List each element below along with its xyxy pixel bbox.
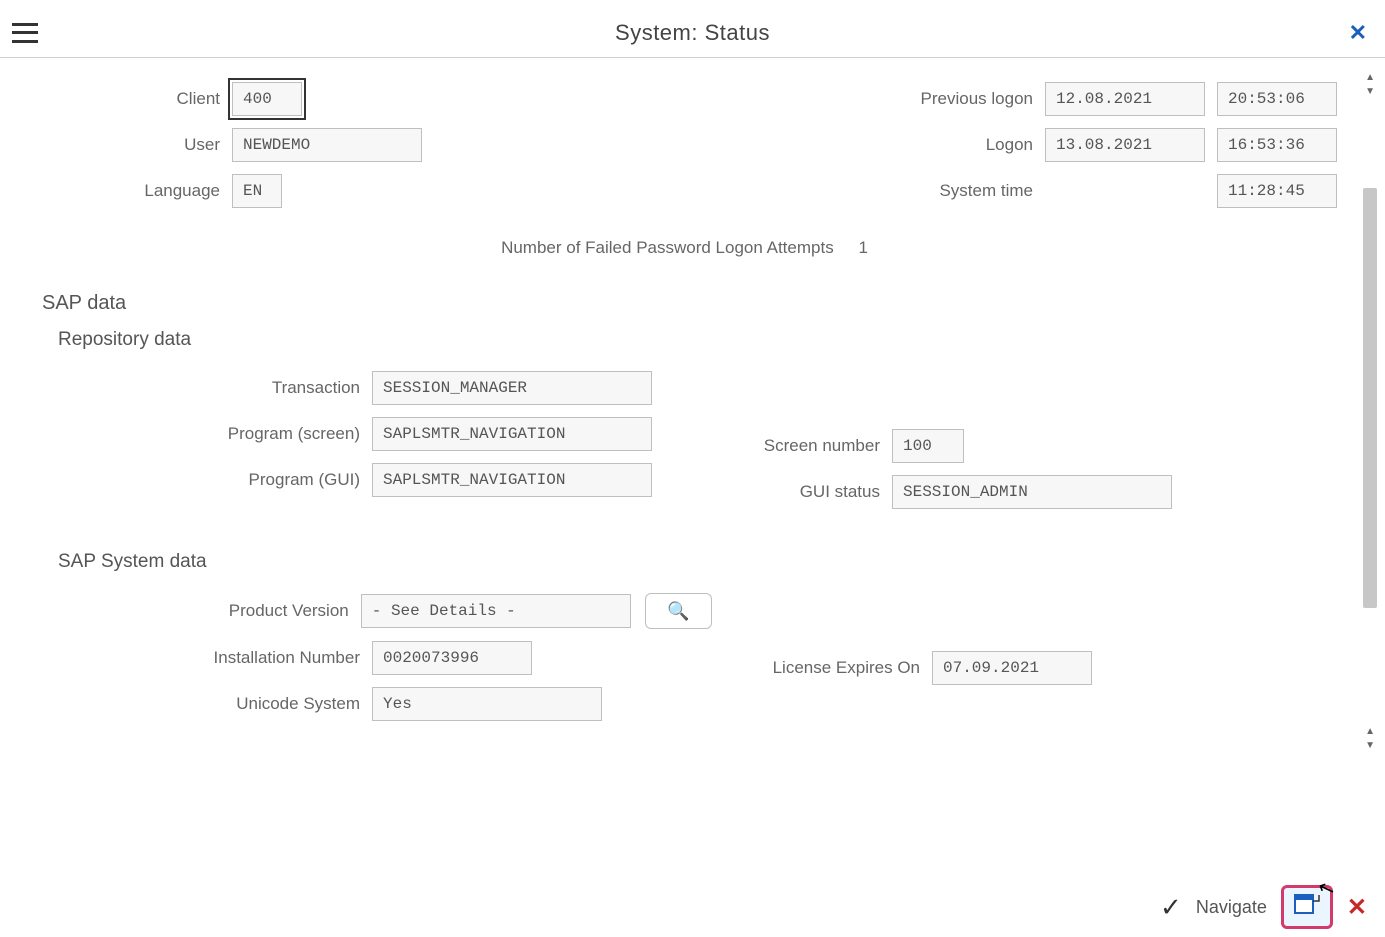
- unicode-system-label: Unicode System: [72, 694, 372, 714]
- logon-time-field[interactable]: [1217, 128, 1337, 162]
- program-screen-field[interactable]: [372, 417, 652, 451]
- program-gui-field[interactable]: [372, 463, 652, 497]
- close-icon[interactable]: ✕: [1343, 16, 1373, 50]
- cancel-button[interactable]: ✕: [1347, 893, 1367, 922]
- user-label: User: [32, 135, 232, 155]
- system-time-label: System time: [492, 181, 1045, 201]
- failed-attempts-value: 1: [858, 238, 867, 257]
- transaction-label: Transaction: [72, 378, 372, 398]
- content-area: ▲ ▼ ▲ ▼ Client User Language: [8, 58, 1377, 877]
- gui-status-field[interactable]: [892, 475, 1172, 509]
- navigate-label: Navigate: [1196, 897, 1267, 918]
- logon-label: Logon: [492, 135, 1045, 155]
- dialog-header: System: Status ✕: [0, 8, 1385, 58]
- previous-logon-time-field[interactable]: [1217, 82, 1337, 116]
- failed-attempts-row: Number of Failed Password Logon Attempts…: [32, 238, 1337, 258]
- client-field[interactable]: [232, 82, 302, 116]
- client-label: Client: [32, 89, 232, 109]
- sap-data-title: SAP data: [42, 292, 1337, 315]
- transaction-field[interactable]: [372, 371, 652, 405]
- navigate-icon: [1293, 891, 1321, 923]
- menu-icon[interactable]: [12, 23, 38, 43]
- program-screen-label: Program (screen): [72, 424, 372, 444]
- product-version-field[interactable]: [361, 594, 631, 628]
- dialog-footer: ✓ Navigate ✕: [0, 877, 1385, 937]
- confirm-button[interactable]: ✓: [1160, 892, 1182, 923]
- product-version-details-button[interactable]: 🔍: [645, 593, 712, 629]
- screen-number-label: Screen number: [712, 436, 892, 456]
- language-field[interactable]: [232, 174, 282, 208]
- gui-status-label: GUI status: [712, 482, 892, 502]
- magnifier-icon: 🔍: [667, 601, 689, 622]
- unicode-system-field[interactable]: [372, 687, 602, 721]
- user-field[interactable]: [232, 128, 422, 162]
- repository-data-title: Repository data: [58, 329, 1337, 351]
- program-gui-label: Program (GUI): [72, 470, 372, 490]
- license-expires-label: License Expires On: [712, 658, 932, 678]
- logon-date-field[interactable]: [1045, 128, 1205, 162]
- language-label: Language: [32, 181, 232, 201]
- previous-logon-date-field[interactable]: [1045, 82, 1205, 116]
- navigate-button[interactable]: [1281, 885, 1333, 929]
- previous-logon-label: Previous logon: [492, 89, 1045, 109]
- product-version-label: Product Version: [72, 601, 361, 621]
- installation-number-label: Installation Number: [72, 648, 372, 668]
- installation-number-field[interactable]: [372, 641, 532, 675]
- license-expires-field[interactable]: [932, 651, 1092, 685]
- failed-attempts-label: Number of Failed Password Logon Attempts: [501, 238, 834, 257]
- screen-number-field[interactable]: [892, 429, 964, 463]
- system-time-field[interactable]: [1217, 174, 1337, 208]
- dialog-title: System: Status: [0, 20, 1385, 46]
- sap-system-data-title: SAP System data: [58, 551, 1337, 573]
